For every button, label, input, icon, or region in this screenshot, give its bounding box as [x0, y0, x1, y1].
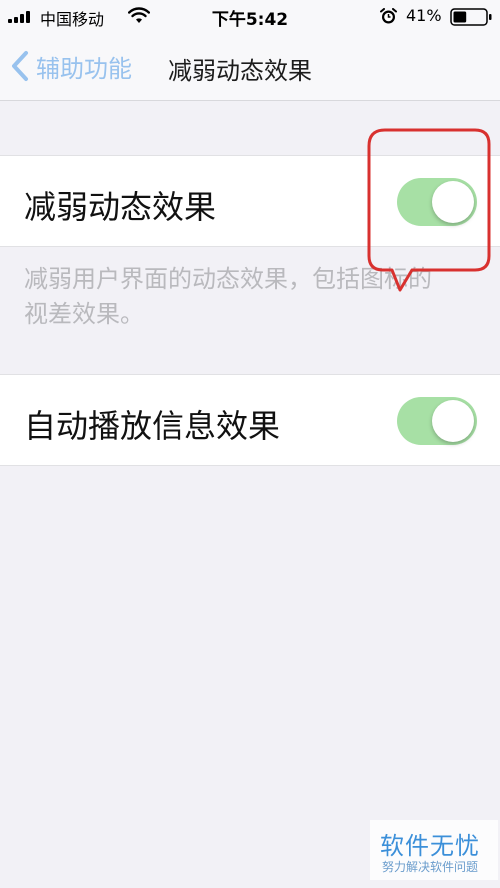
reduce-motion-label: 减弱动态效果: [24, 188, 217, 226]
toggle-knob: [432, 400, 474, 442]
reduce-motion-cell: 减弱动态效果: [0, 155, 500, 247]
battery-icon: [450, 8, 492, 26]
alarm-icon: [380, 8, 397, 24]
battery-percent: 41%: [406, 6, 442, 25]
status-bar: 中国移动 下午5:42 41%: [0, 0, 500, 34]
battery-fill: [453, 11, 467, 23]
watermark-logo: 软件无忧 努力解决软件问题: [370, 820, 498, 880]
watermark-title: 软件无忧: [380, 832, 480, 860]
auto-play-effects-toggle[interactable]: [397, 397, 477, 445]
back-button[interactable]: 辅助功能: [10, 48, 132, 84]
auto-play-effects-label: 自动播放信息效果: [24, 407, 281, 445]
toggle-knob: [432, 181, 474, 223]
auto-play-effects-cell: 自动播放信息效果: [0, 374, 500, 466]
back-label: 辅助功能: [36, 54, 132, 83]
back-chevron-icon: [12, 51, 28, 81]
watermark-subtitle: 努力解决软件问题: [382, 860, 479, 874]
page-title: 减弱动态效果: [168, 57, 312, 85]
reduce-motion-description: 减弱用户界面的动态效果，包括图标的视差效果。: [24, 265, 432, 328]
reduce-motion-toggle[interactable]: [397, 178, 477, 226]
navigation-bar: 辅助功能 减弱动态效果: [0, 34, 500, 101]
